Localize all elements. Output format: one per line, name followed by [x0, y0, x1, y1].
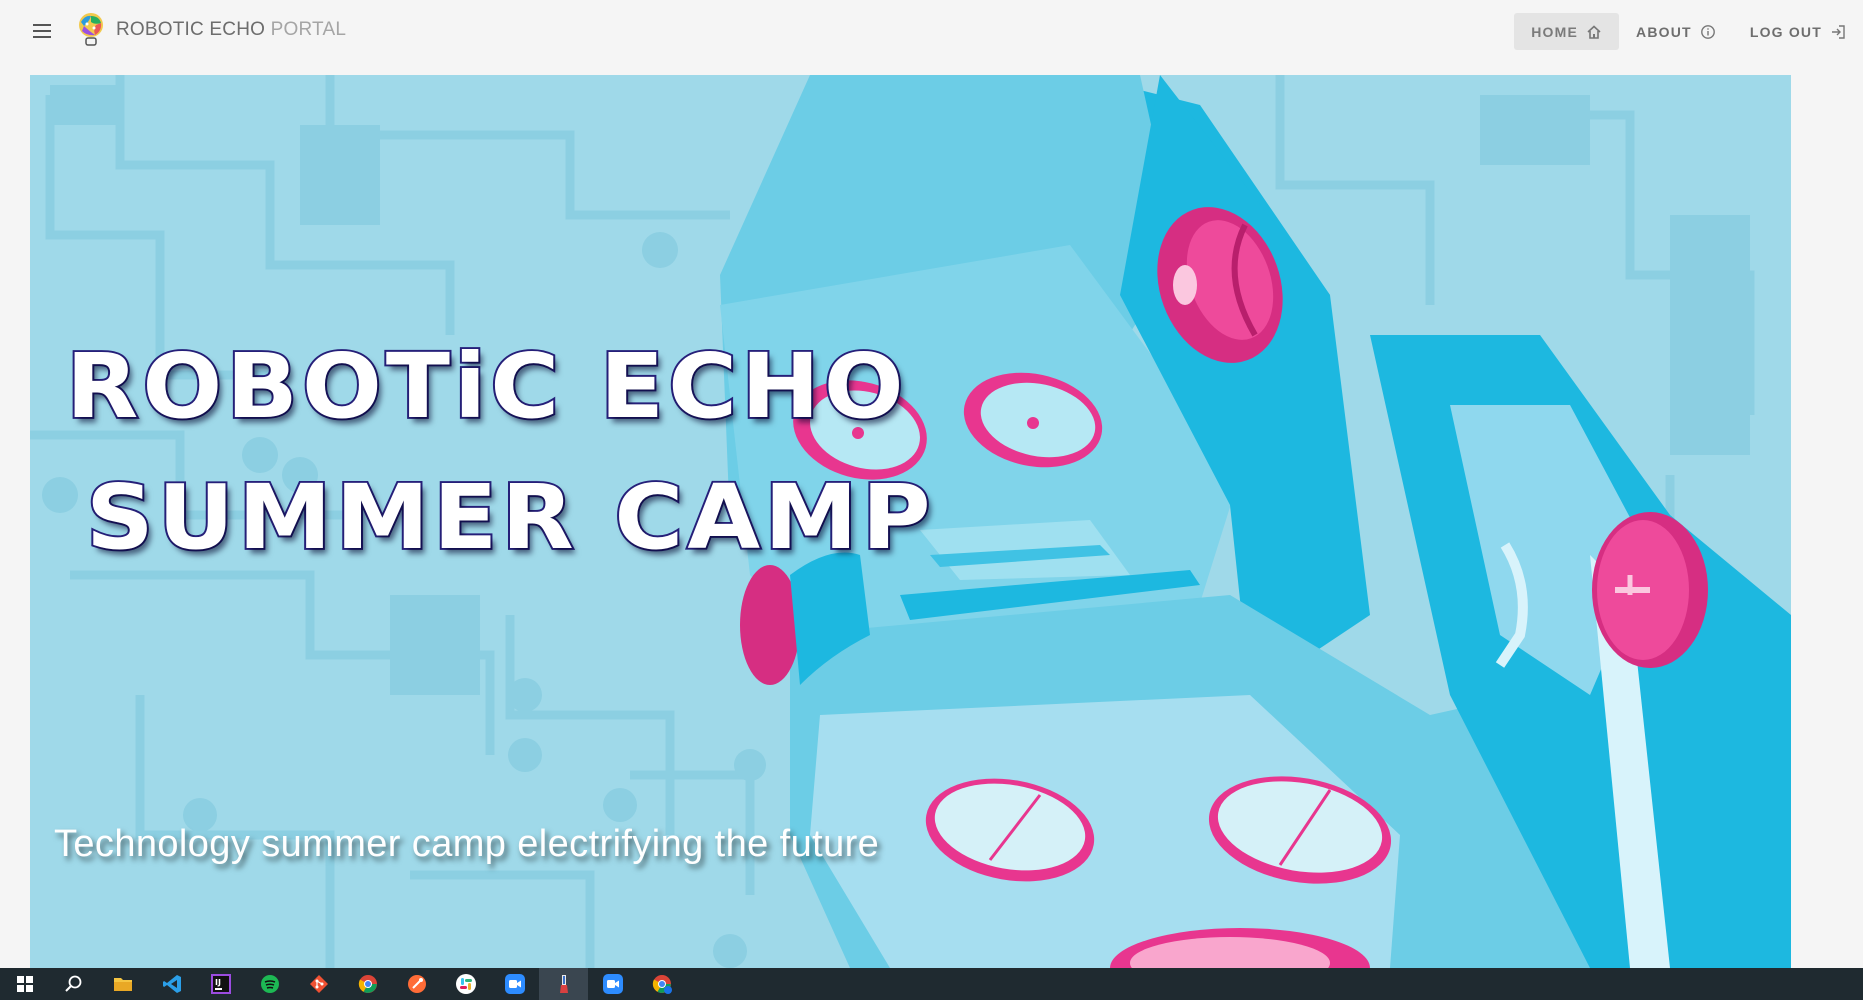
- app-title-secondary: PORTAL: [270, 19, 347, 40]
- paint-icon[interactable]: [539, 968, 588, 1000]
- zoom-icon[interactable]: [588, 968, 637, 1000]
- app-title-primary: ROBOTIC ECHO: [116, 19, 266, 40]
- spotify-icon[interactable]: [245, 968, 294, 1000]
- chrome-alt-icon[interactable]: [637, 968, 686, 1000]
- nav-about[interactable]: ABOUT: [1619, 13, 1733, 50]
- nav-about-label: ABOUT: [1636, 23, 1692, 40]
- nav-logout-label: LOG OUT: [1749, 23, 1822, 40]
- intellij-icon[interactable]: IJ: [196, 968, 245, 1000]
- nav-home-label: HOME: [1531, 23, 1579, 40]
- chrome-icon[interactable]: [343, 968, 392, 1000]
- app-title[interactable]: ROBOTIC ECHO PORTAL: [116, 19, 346, 41]
- postman-icon[interactable]: [392, 968, 441, 1000]
- top-nav: HOME ABOUT LOG OUT: [1514, 13, 1863, 50]
- folder-icon[interactable]: [98, 968, 147, 1000]
- hamburger-menu-icon[interactable]: [30, 19, 54, 43]
- home-icon: [1587, 24, 1601, 39]
- hero-title-line2: SUMMER CAMP: [84, 464, 935, 571]
- hero-tagline: Technology summer camp electrifying the …: [54, 823, 880, 865]
- hero-title: ROBOTiC ECHO SUMMER CAMP: [64, 322, 935, 584]
- git-icon[interactable]: [294, 968, 343, 1000]
- vscode-icon[interactable]: [147, 968, 196, 1000]
- windows-start-icon[interactable]: [0, 968, 49, 1000]
- search-icon[interactable]: [49, 968, 98, 1000]
- hero-banner: ROBOTiC ECHO SUMMER CAMP Technology summ…: [30, 75, 1791, 968]
- nav-logout[interactable]: LOG OUT: [1733, 13, 1863, 50]
- hero-title-line1: ROBOTiC ECHO: [64, 333, 908, 440]
- nav-home[interactable]: HOME: [1514, 13, 1620, 50]
- os-taskbar: IJ: [0, 968, 1863, 1000]
- logout-icon: [1832, 24, 1845, 39]
- show-desktop-corner[interactable]: [1855, 976, 1863, 996]
- zoom-icon[interactable]: [490, 968, 539, 1000]
- brain-lightbulb-logo[interactable]: [76, 12, 106, 48]
- slack-icon[interactable]: [441, 968, 490, 1000]
- app-bar: ROBOTIC ECHO PORTAL HOME ABOUT LOG OUT: [0, 0, 1863, 62]
- info-icon: [1700, 24, 1715, 39]
- svg-text:IJ: IJ: [215, 978, 221, 987]
